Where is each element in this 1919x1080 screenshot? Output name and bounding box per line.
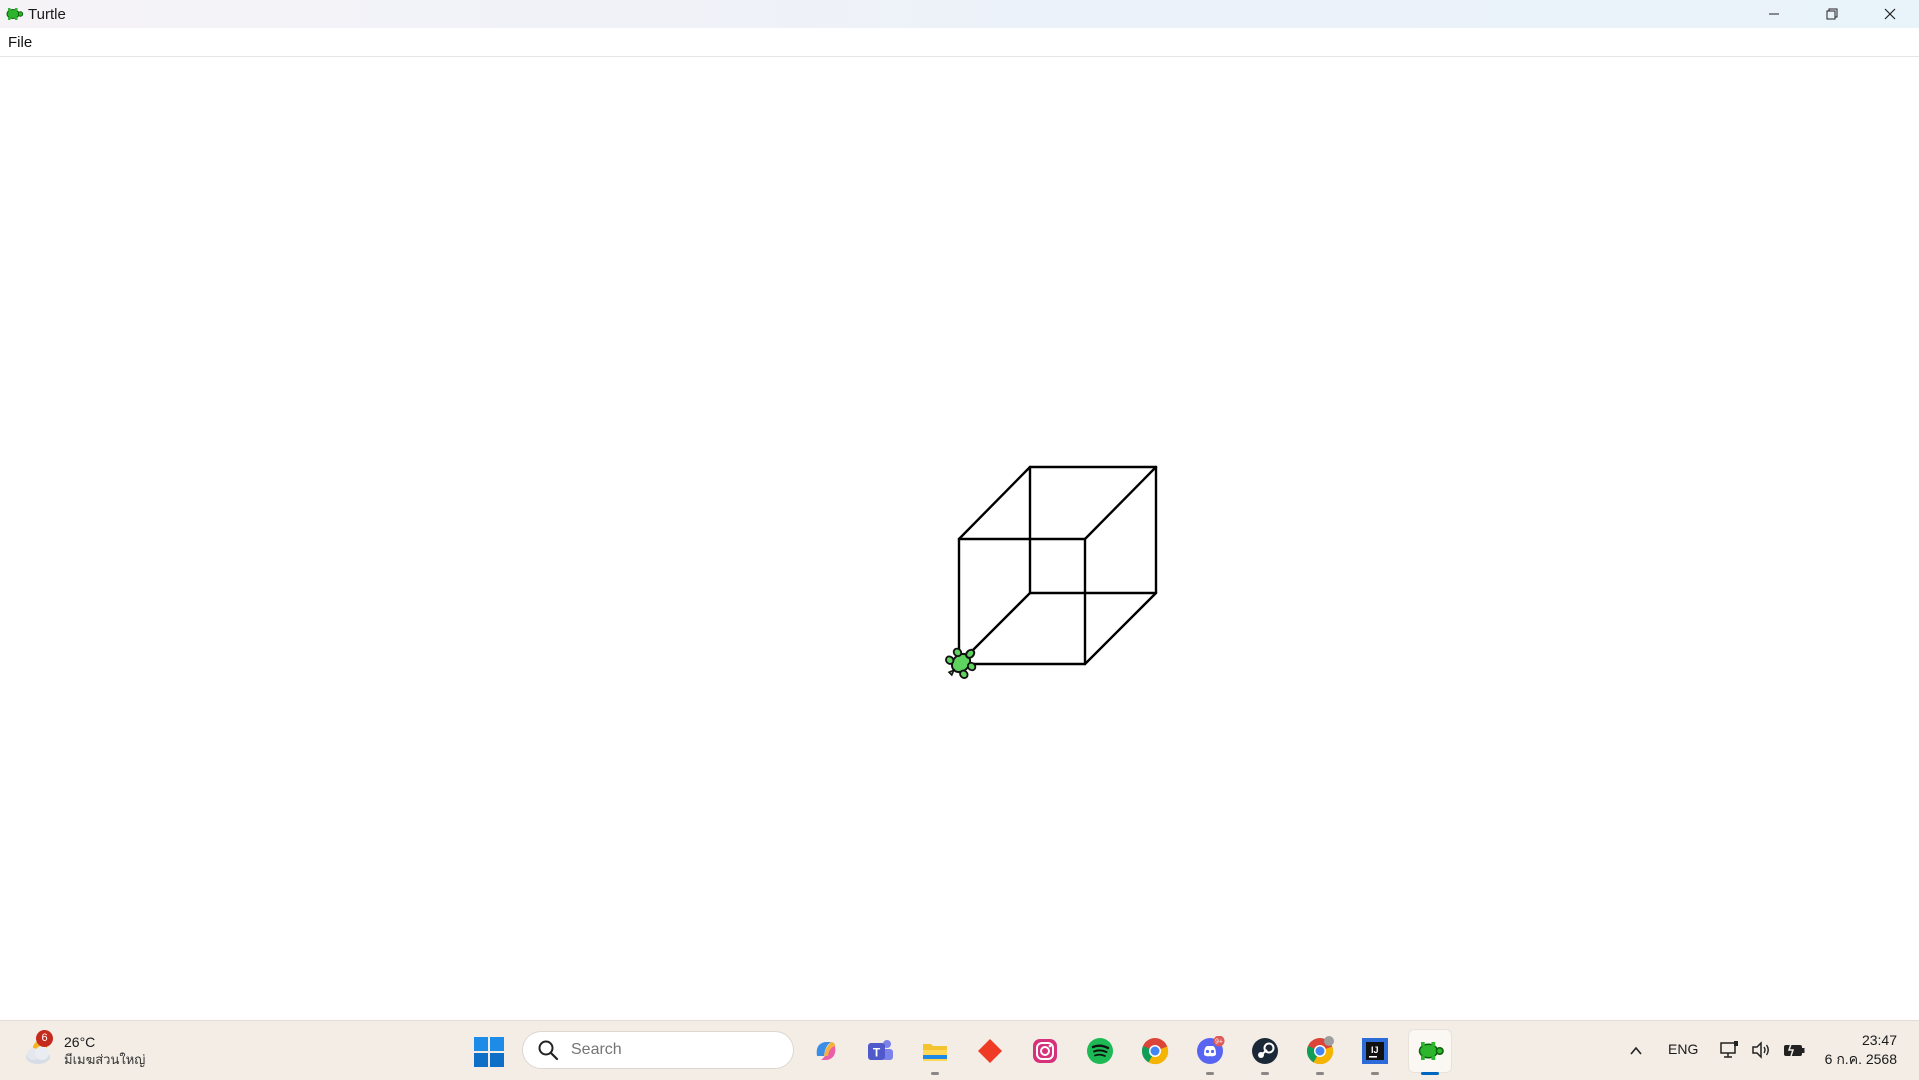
menu-bar: File: [0, 28, 1919, 57]
steam-icon: [1252, 1038, 1278, 1064]
wireframe-cube: [957, 465, 1158, 666]
diamond-icon: [978, 1039, 1002, 1063]
network-icon[interactable]: [1718, 1039, 1740, 1061]
input-language[interactable]: ENG: [1668, 1041, 1698, 1061]
turtle-window: Turtle File: [0, 0, 1919, 1020]
taskbar-search[interactable]: [522, 1031, 794, 1069]
instagram-icon: [1033, 1039, 1057, 1063]
taskbar: 6 26°C มีเมฆส่วนใหญ่ Search T 9+ IJ ENG …: [0, 1020, 1919, 1080]
running-indicator: [1206, 1072, 1214, 1075]
search-input[interactable]: [569, 1040, 773, 1060]
clock-time: 23:47: [1861, 1032, 1897, 1048]
chrome-icon: [1141, 1038, 1169, 1065]
taskbar-app-instagram[interactable]: [1023, 1029, 1067, 1073]
chevron-up-icon: [1630, 1046, 1642, 1055]
cube-edge: [957, 465, 1032, 541]
clock-date: 6 ก.ค. 2568: [1824, 1051, 1897, 1067]
windows-logo-icon: [474, 1037, 504, 1067]
taskbar-app-copilot[interactable]: [804, 1029, 848, 1073]
active-indicator: [1421, 1072, 1439, 1075]
title-bar[interactable]: Turtle: [0, 0, 1919, 28]
taskbar-app-discord[interactable]: 9+: [1188, 1029, 1232, 1075]
restore-icon: [1826, 8, 1838, 20]
running-indicator: [1316, 1072, 1324, 1075]
cube-drawing: [945, 465, 1158, 679]
turtle-icon: [6, 8, 24, 20]
discord-icon: 9+: [1197, 1036, 1225, 1064]
taskbar-app-file-explorer[interactable]: [913, 1029, 957, 1075]
system-clock[interactable]: 23:47 6 ก.ค. 2568: [1825, 1031, 1897, 1069]
copilot-icon: [816, 1042, 836, 1060]
svg-text:T: T: [873, 1046, 881, 1060]
spotify-icon: [1087, 1038, 1113, 1064]
menu-file[interactable]: File: [0, 34, 40, 51]
weather-widget[interactable]: 6 26°C มีเมฆส่วนใหญ่: [20, 1029, 145, 1073]
running-indicator: [1261, 1072, 1269, 1075]
running-indicator: [931, 1072, 939, 1075]
teams-icon: T: [868, 1040, 893, 1060]
taskbar-app-anydesk[interactable]: [968, 1029, 1012, 1073]
close-button[interactable]: [1861, 0, 1919, 28]
taskbar-app-teams[interactable]: T: [858, 1029, 902, 1073]
turtle-canvas[interactable]: [0, 57, 1919, 1020]
taskbar-app-turtle[interactable]: [1408, 1029, 1452, 1075]
weather-badge: 6: [36, 1030, 53, 1047]
start-button[interactable]: [472, 1035, 506, 1069]
minimize-button[interactable]: [1745, 0, 1803, 28]
weather-condition: มีเมฆส่วนใหญ่: [64, 1052, 146, 1067]
svg-text:IJ: IJ: [1371, 1045, 1379, 1055]
system-tray-icons[interactable]: [1718, 1039, 1806, 1063]
battery-icon[interactable]: [1782, 1039, 1806, 1061]
show-hidden-icons-button[interactable]: [1622, 1037, 1650, 1065]
taskbar-app-jetbrains[interactable]: IJ: [1353, 1029, 1397, 1075]
volume-icon[interactable]: [1750, 1039, 1772, 1061]
restore-button[interactable]: [1803, 0, 1861, 28]
turtle-icon: [1418, 1042, 1444, 1060]
discord-badge: 9+: [1215, 1039, 1223, 1046]
folder-icon: [923, 1044, 947, 1061]
window-controls: [1745, 0, 1919, 28]
close-icon: [1884, 8, 1896, 20]
cube-edge: [1083, 465, 1158, 541]
taskbar-app-steam[interactable]: [1243, 1029, 1287, 1075]
chrome-icon: [1306, 1036, 1334, 1065]
search-icon: [538, 1040, 559, 1061]
taskbar-app-chrome-profile[interactable]: [1298, 1029, 1342, 1075]
weather-temperature: 26°C: [64, 1034, 96, 1050]
jetbrains-icon: IJ: [1362, 1038, 1388, 1064]
taskbar-app-chrome[interactable]: [1133, 1029, 1177, 1073]
taskbar-app-spotify[interactable]: [1078, 1029, 1122, 1073]
cube-edge: [1083, 591, 1158, 666]
window-title: Turtle: [28, 5, 66, 23]
running-indicator: [1371, 1072, 1379, 1075]
cloudy-weather-icon: 6: [20, 1030, 58, 1070]
minimize-icon: [1769, 13, 1779, 15]
